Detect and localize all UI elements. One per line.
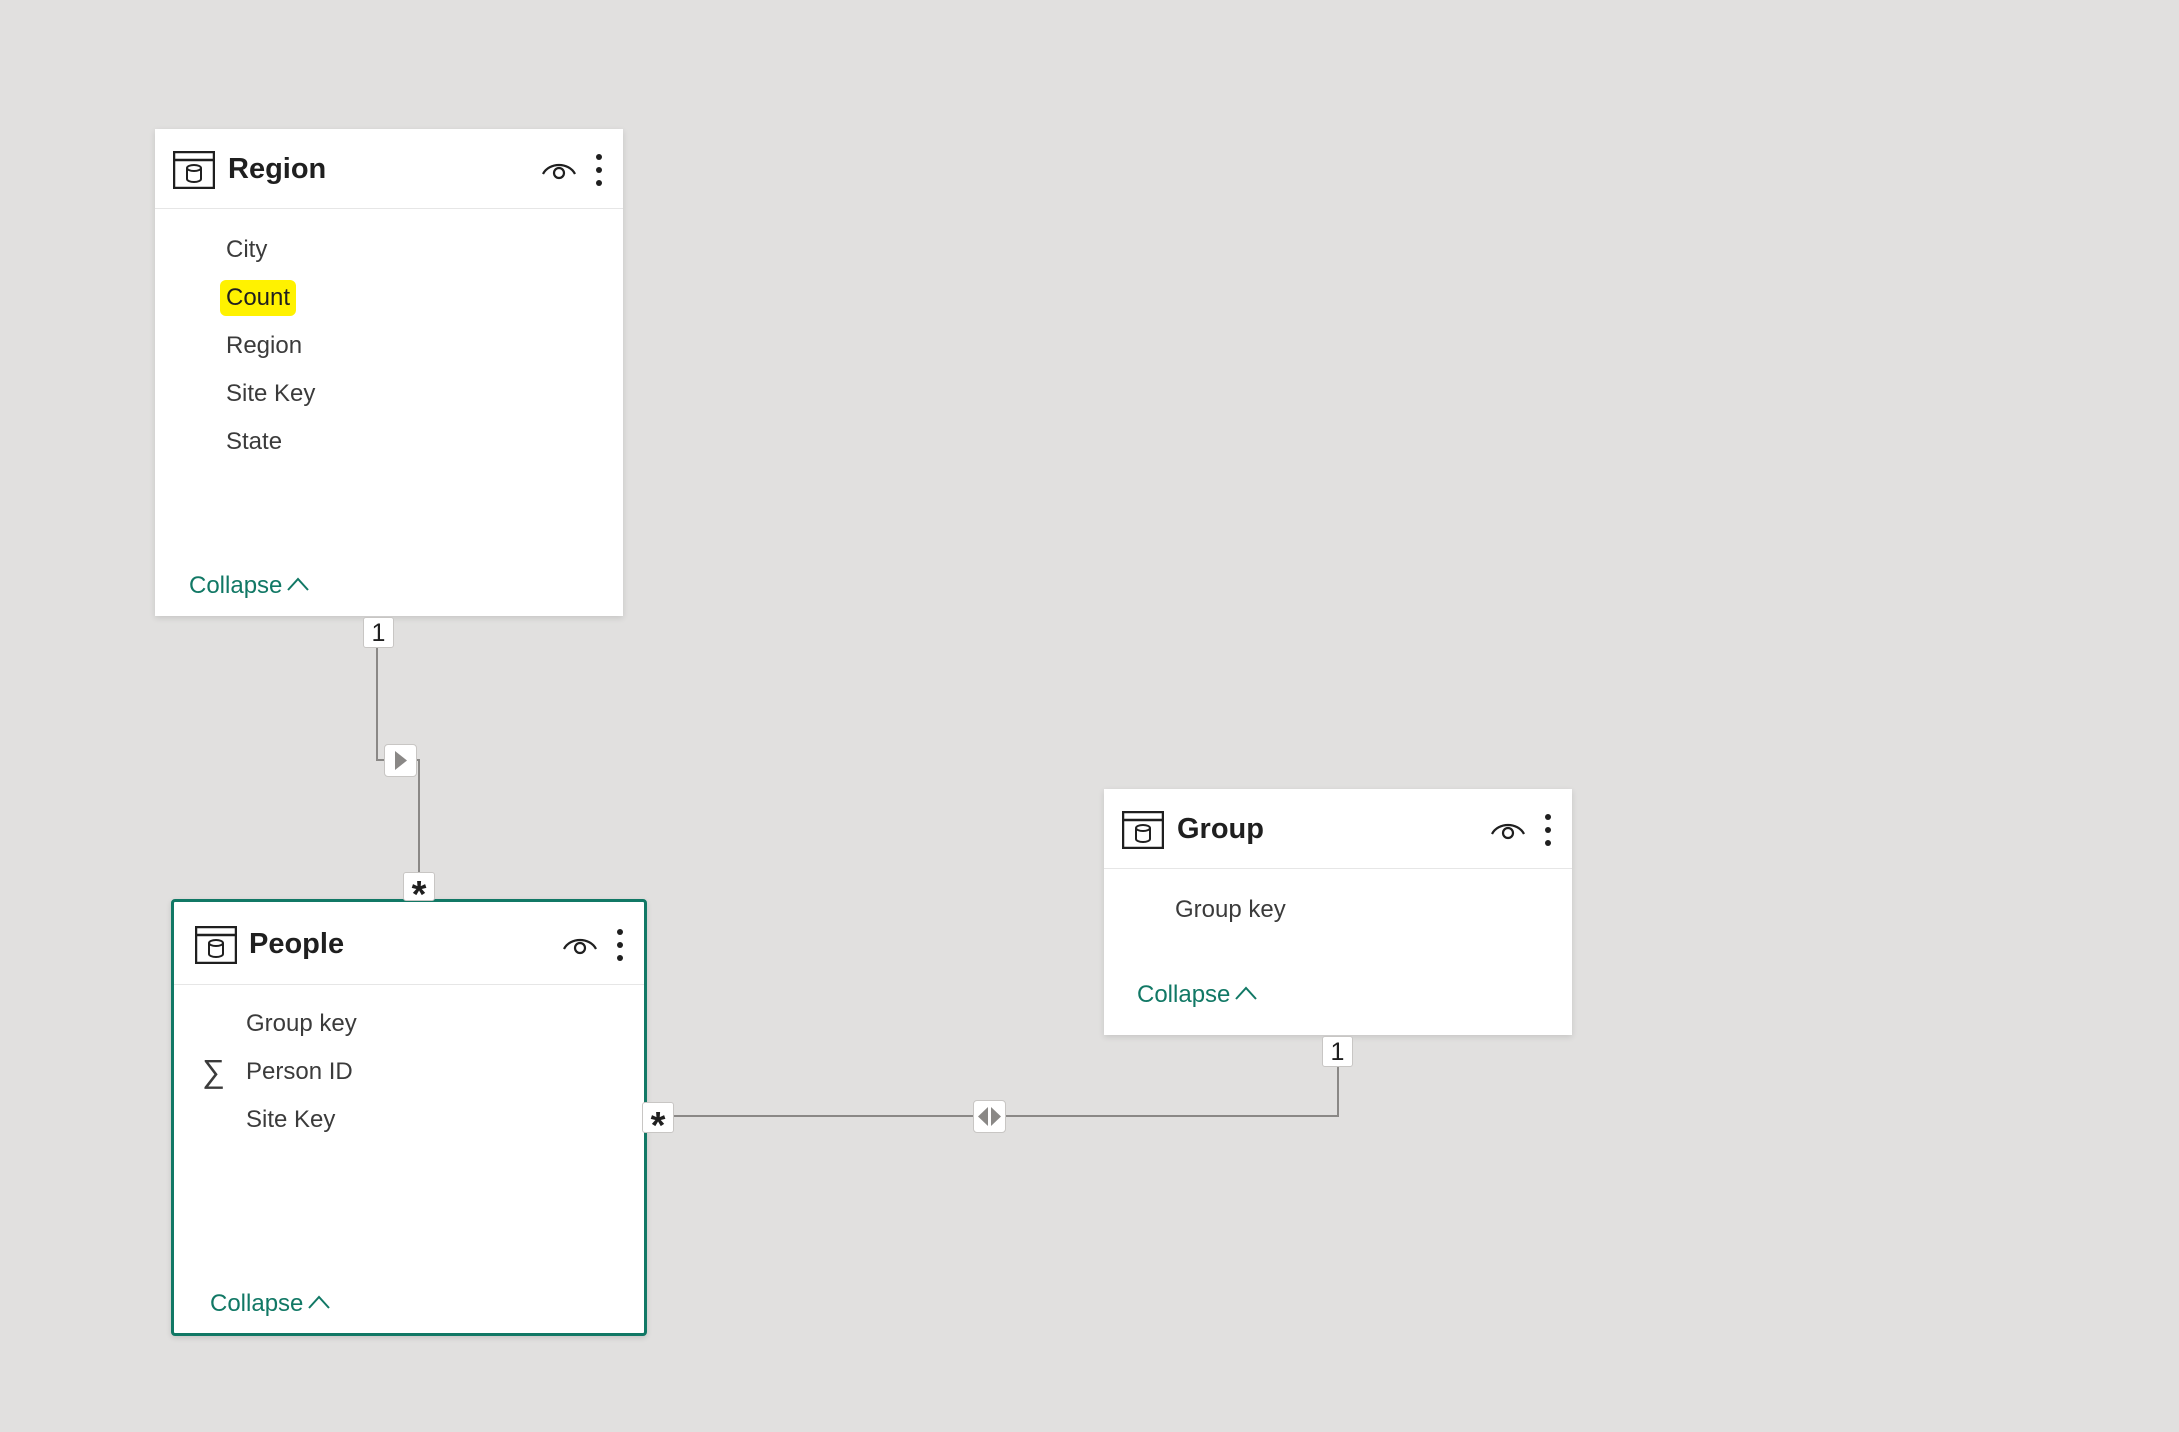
cardinality-one-label: 1 <box>363 617 394 648</box>
table-header-region[interactable]: Region <box>155 129 623 209</box>
cardinality-many-label: * <box>403 872 435 901</box>
collapse-button[interactable]: Collapse <box>1137 979 1258 1011</box>
model-diagram-canvas[interactable]: Region City Count Region Site Key State … <box>0 0 2179 1432</box>
table-card-people[interactable]: People Group key ∑ Person ID Site Key Co… <box>171 899 647 1336</box>
table-icon <box>173 151 215 189</box>
field-site-key[interactable]: Site Key <box>246 1104 335 1136</box>
table-header-people[interactable]: People <box>174 902 644 985</box>
field-count[interactable]: Count <box>220 280 297 316</box>
chevron-up-icon <box>1235 986 1258 1000</box>
eye-icon[interactable] <box>562 933 598 957</box>
field-site-key[interactable]: Site Key <box>226 378 315 410</box>
chevron-up-icon <box>287 577 310 591</box>
table-title: Group <box>1177 813 1264 845</box>
eye-icon[interactable] <box>541 158 577 182</box>
arrow-right-icon <box>395 751 407 770</box>
field-person-id[interactable]: Person ID <box>246 1056 353 1088</box>
collapse-button[interactable]: Collapse <box>189 570 310 602</box>
filter-direction-marker[interactable] <box>384 744 417 777</box>
table-title: People <box>249 928 345 960</box>
table-header-group[interactable]: Group <box>1104 789 1572 869</box>
cardinality-one-label: 1 <box>1322 1036 1353 1067</box>
field-group-key[interactable]: Group key <box>246 1008 357 1040</box>
collapse-button[interactable]: Collapse <box>210 1288 331 1320</box>
table-card-region[interactable]: Region City Count Region Site Key State … <box>155 129 623 616</box>
field-region[interactable]: Region <box>226 330 302 362</box>
table-icon <box>1122 811 1164 849</box>
collapse-label: Collapse <box>189 572 283 599</box>
more-options-icon[interactable] <box>1542 812 1554 848</box>
more-options-icon[interactable] <box>614 927 626 963</box>
table-icon <box>195 926 237 964</box>
sigma-icon: ∑ <box>202 1053 225 1089</box>
cardinality-many-label: * <box>642 1102 674 1133</box>
field-state[interactable]: State <box>226 426 282 458</box>
field-city[interactable]: City <box>226 234 267 266</box>
eye-icon[interactable] <box>1490 818 1526 842</box>
chevron-up-icon <box>308 1295 331 1309</box>
more-options-icon[interactable] <box>593 152 605 188</box>
table-card-group[interactable]: Group Group key Collapse <box>1104 789 1572 1035</box>
table-title: Region <box>228 153 327 185</box>
filter-direction-marker[interactable] <box>973 1100 1006 1133</box>
collapse-label: Collapse <box>210 1290 304 1317</box>
collapse-label: Collapse <box>1137 981 1231 1008</box>
bidirectional-arrow-icon <box>978 1107 1001 1126</box>
field-group-key[interactable]: Group key <box>1175 894 1286 926</box>
